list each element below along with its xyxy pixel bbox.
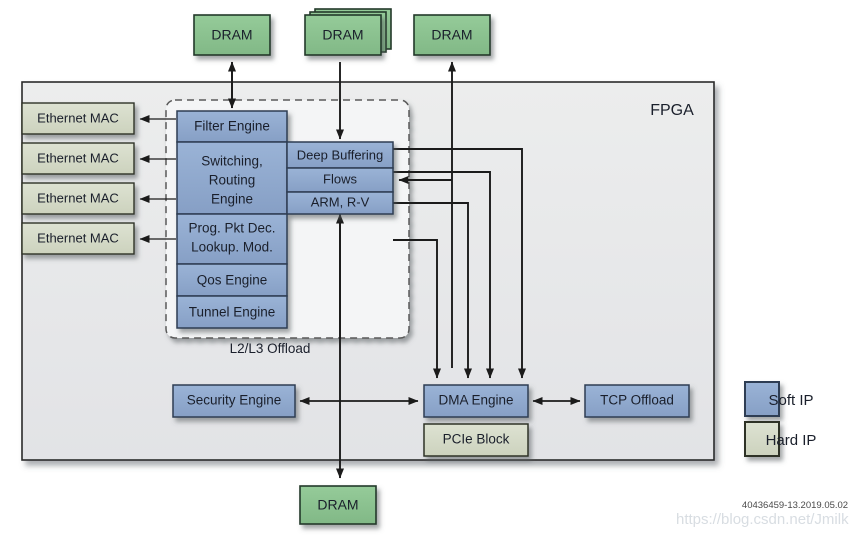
fpga-label: FPGA — [650, 102, 694, 119]
legend-hard-ip: Hard IP — [744, 421, 817, 457]
ethernet-mac-2-label: Ethernet MAC — [37, 150, 119, 165]
arm-rv-label: ARM, R-V — [311, 194, 370, 209]
filter-engine-label: Filter Engine — [194, 119, 270, 134]
ethernet-mac-3: Ethernet MAC — [21, 182, 135, 215]
tunnel-engine-label: Tunnel Engine — [189, 305, 276, 320]
dram-top-mid: DRAM — [304, 8, 392, 56]
dram-top-left: DRAM — [193, 14, 271, 56]
svg-text:Engine: Engine — [211, 192, 253, 207]
dram-top-right-label: DRAM — [431, 27, 472, 43]
watermark-label: https://blog.csdn.net/Jmilk — [676, 511, 849, 528]
legend-soft-ip-label: Soft IP — [768, 392, 813, 409]
security-engine-label: Security Engine — [187, 393, 282, 408]
tcp-offload: TCP Offload — [584, 384, 690, 418]
svg-text:Switching,: Switching, — [201, 154, 263, 169]
legend-hard-ip-label: Hard IP — [766, 432, 817, 449]
ethernet-mac-4: Ethernet MAC — [21, 222, 135, 255]
dma-engine: DMA Engine — [423, 384, 529, 418]
legend: Soft IP Hard IP — [744, 381, 817, 457]
pcie-block-label: PCIe Block — [443, 432, 510, 447]
svg-text:Lookup. Mod.: Lookup. Mod. — [191, 240, 273, 255]
dram-top-left-label: DRAM — [211, 27, 252, 43]
tcp-offload-label: TCP Offload — [600, 393, 674, 408]
flows-label: Flows — [323, 171, 357, 186]
ethernet-mac-3-label: Ethernet MAC — [37, 190, 119, 205]
dram-top-right: DRAM — [413, 14, 491, 56]
offload-stack — [176, 110, 288, 329]
ethernet-mac-2: Ethernet MAC — [21, 142, 135, 175]
dram-top-mid-label: DRAM — [322, 27, 363, 43]
diagram-canvas: FPGA DRAM DRAM DRAM DRAM Ethernet MAC Et… — [21, 8, 849, 528]
ethernet-mac-4-label: Ethernet MAC — [37, 230, 119, 245]
dma-engine-label: DMA Engine — [438, 393, 513, 408]
ethernet-mac-1-label: Ethernet MAC — [37, 110, 119, 125]
dram-bottom: DRAM — [299, 485, 377, 525]
pcie-block: PCIe Block — [423, 423, 529, 457]
deep-buffering-label: Deep Buffering — [297, 147, 384, 162]
block-diagram: FPGA DRAM DRAM DRAM DRAM Ethernet MAC Et… — [0, 0, 864, 541]
security-engine: Security Engine — [172, 384, 296, 418]
l2l3-offload-caption: L2/L3 Offload — [230, 341, 311, 356]
svg-text:Prog. Pkt Dec.: Prog. Pkt Dec. — [188, 221, 275, 236]
qos-engine-label: Qos Engine — [197, 273, 268, 288]
svg-text:Routing: Routing — [209, 173, 256, 188]
legend-soft-ip: Soft IP — [744, 381, 814, 417]
ethernet-mac-1: Ethernet MAC — [21, 102, 135, 135]
figure-id-code: 40436459-13.2019.05.02 — [742, 500, 848, 511]
dram-bottom-label: DRAM — [317, 497, 358, 513]
